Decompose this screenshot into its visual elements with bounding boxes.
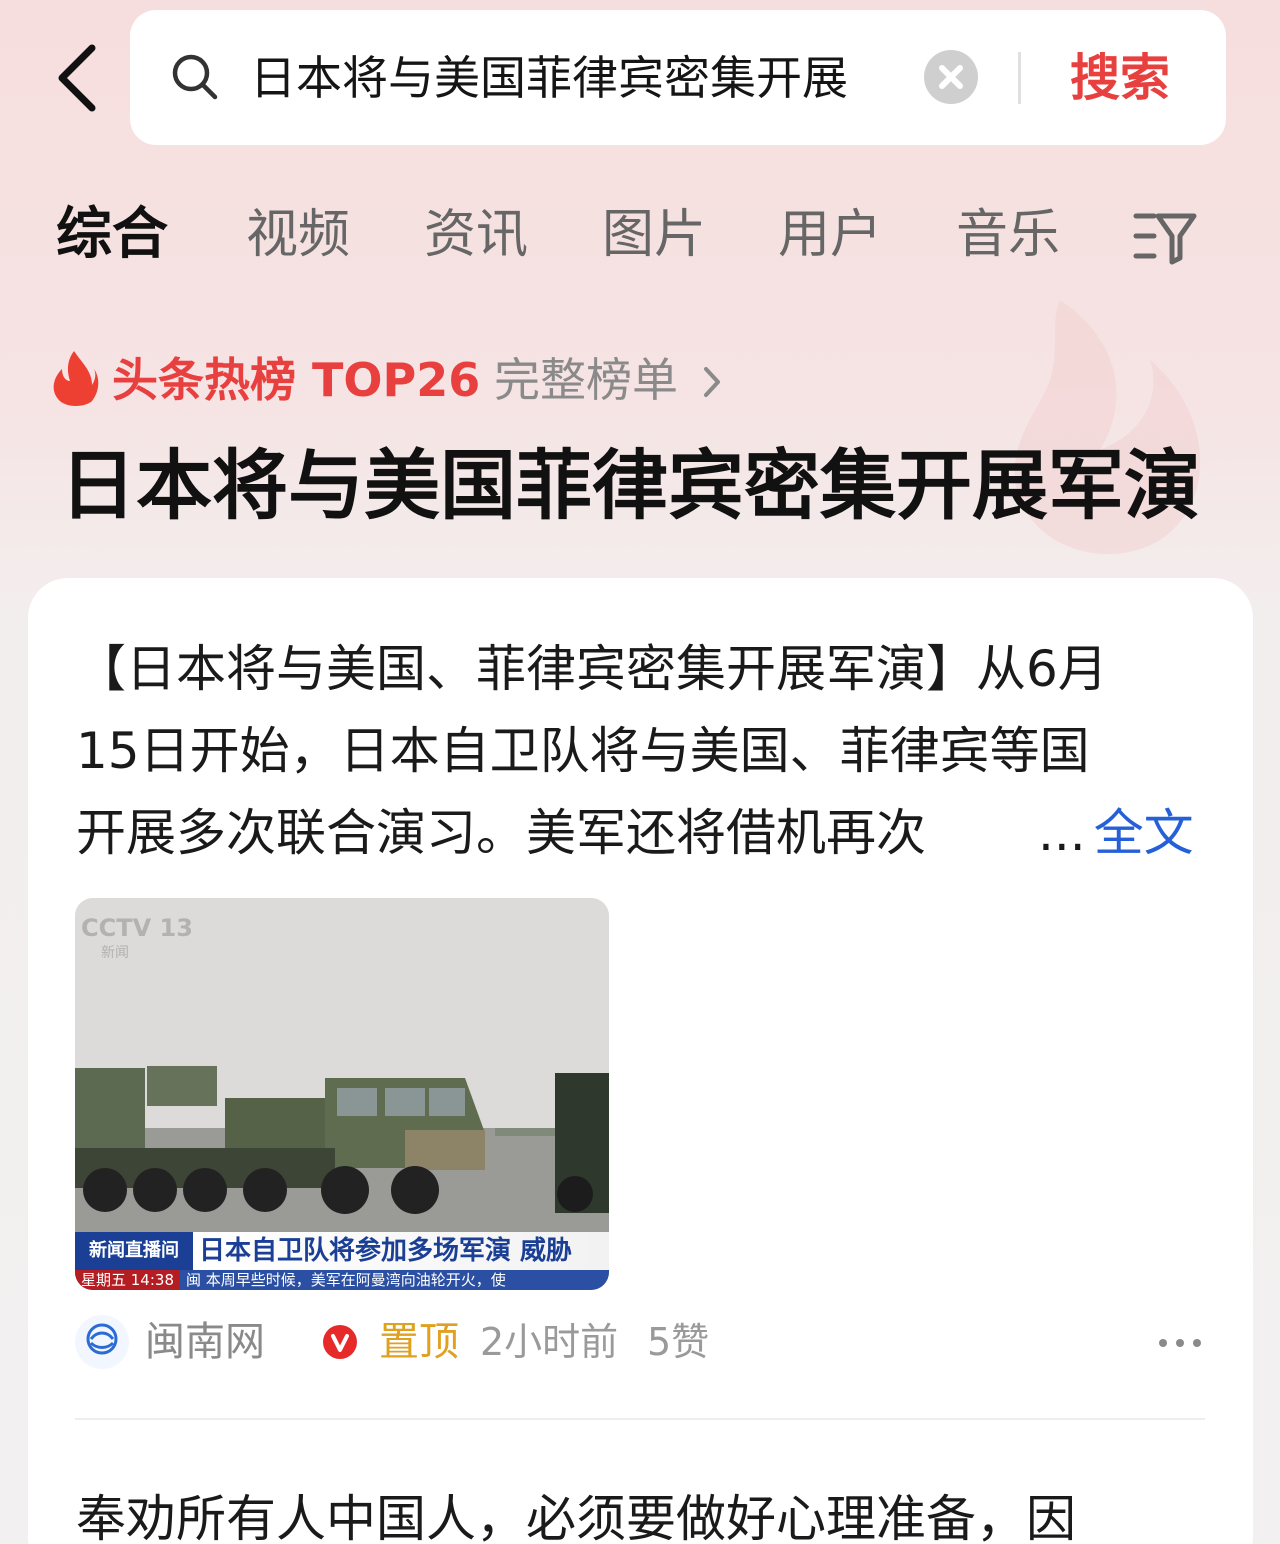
search-divider <box>1018 52 1021 104</box>
post-text-line: 开展多次联合演习。美军还将借机再次 <box>76 804 926 862</box>
result-card: 【日本将与美国、菲律宾密集开展军演】从6月 15日开始，日本自卫队将与美国、菲律… <box>28 578 1253 1544</box>
tab-users[interactable]: 用户 <box>778 190 882 280</box>
full-text-link[interactable]: ... 全文 <box>1038 792 1194 874</box>
clear-icon[interactable] <box>924 50 978 104</box>
channel-sub: 新闻 <box>101 945 129 961</box>
hot-list-row: 头条热榜 TOP26 完整榜单 <box>52 345 952 415</box>
topic-title: 日本将与美国菲律宾密集开展军演 <box>60 441 1200 530</box>
search-icon <box>172 54 218 100</box>
post-time: 2小时前 <box>480 1320 619 1364</box>
flame-icon <box>53 351 99 406</box>
search-input[interactable]: 日本将与美国菲律宾密集开展 <box>250 46 910 110</box>
tab-video[interactable]: 视频 <box>246 190 350 280</box>
search-button[interactable]: 搜索 <box>1050 40 1190 116</box>
ellipsis: ... <box>1038 804 1086 862</box>
news-caption-bar: 新闻直播间 日本自卫队将参加多场军演 威胁 <box>75 1232 609 1270</box>
tab-images[interactable]: 图片 <box>602 190 706 280</box>
hot-rank-label: 头条热榜 TOP26 <box>112 353 481 407</box>
post-meta: 闽南网 置顶 2小时前 5赞 <box>75 1313 1215 1371</box>
post-text[interactable]: 【日本将与美国、菲律宾密集开展军演】从6月 15日开始，日本自卫队将与美国、菲律… <box>76 628 1206 874</box>
tab-news[interactable]: 资讯 <box>424 190 528 280</box>
post-image[interactable]: CCTV 13 新闻 新闻直播间 日本自卫队将参加多场军演 威胁 星期五 14:… <box>75 898 609 1290</box>
source-name[interactable]: 闽南网 <box>145 1313 265 1371</box>
search-box: 日本将与美国菲律宾密集开展 搜索 <box>130 10 1226 145</box>
top-bar: 日本将与美国菲律宾密集开展 搜索 <box>0 0 1280 160</box>
verified-icon <box>323 1325 357 1359</box>
full-list-link[interactable]: 完整榜单 <box>494 345 678 415</box>
news-ticker: 星期五 14:38 闽 本周早些时候，美军在阿曼湾向油轮开火，使 <box>75 1270 609 1290</box>
category-tabs: 综合 视频 资讯 图片 用户 音乐 <box>0 190 1280 280</box>
ticker-time: 星期五 14:38 <box>75 1270 180 1290</box>
caption-tag: 新闻直播间 <box>75 1232 193 1270</box>
more-options-icon[interactable] <box>1155 1331 1205 1355</box>
like-count: 5赞 <box>647 1320 710 1364</box>
caption-text: 日本自卫队将参加多场军演 威胁 <box>199 1236 573 1266</box>
military-truck-image <box>75 898 609 1232</box>
ticker-text: 闽 本周早些时候，美军在阿曼湾向油轮开火，使 <box>186 1271 506 1289</box>
source-avatar[interactable] <box>75 1315 129 1369</box>
chevron-right-icon[interactable] <box>700 365 724 399</box>
pinned-badge: 置顶 <box>379 1319 459 1365</box>
post-text-line: 【日本将与美国、菲律宾密集开展军演】从6月 <box>76 640 1108 698</box>
filter-icon[interactable] <box>1132 206 1198 266</box>
source-logo-icon <box>86 1323 118 1355</box>
chevron-left-icon <box>58 44 96 112</box>
post-text-line: 15日开始，日本自卫队将与美国、菲律宾等国 <box>76 722 1090 780</box>
tab-music[interactable]: 音乐 <box>956 190 1060 280</box>
next-post-text[interactable]: 奉劝所有人中国人，必须要做好心理准备，因 <box>76 1478 1206 1544</box>
back-button[interactable] <box>52 42 112 114</box>
tab-comprehensive[interactable]: 综合 <box>56 190 168 280</box>
card-divider <box>75 1418 1205 1420</box>
full-text-label: 全文 <box>1093 804 1194 862</box>
channel-logo: CCTV 13 <box>81 914 193 942</box>
